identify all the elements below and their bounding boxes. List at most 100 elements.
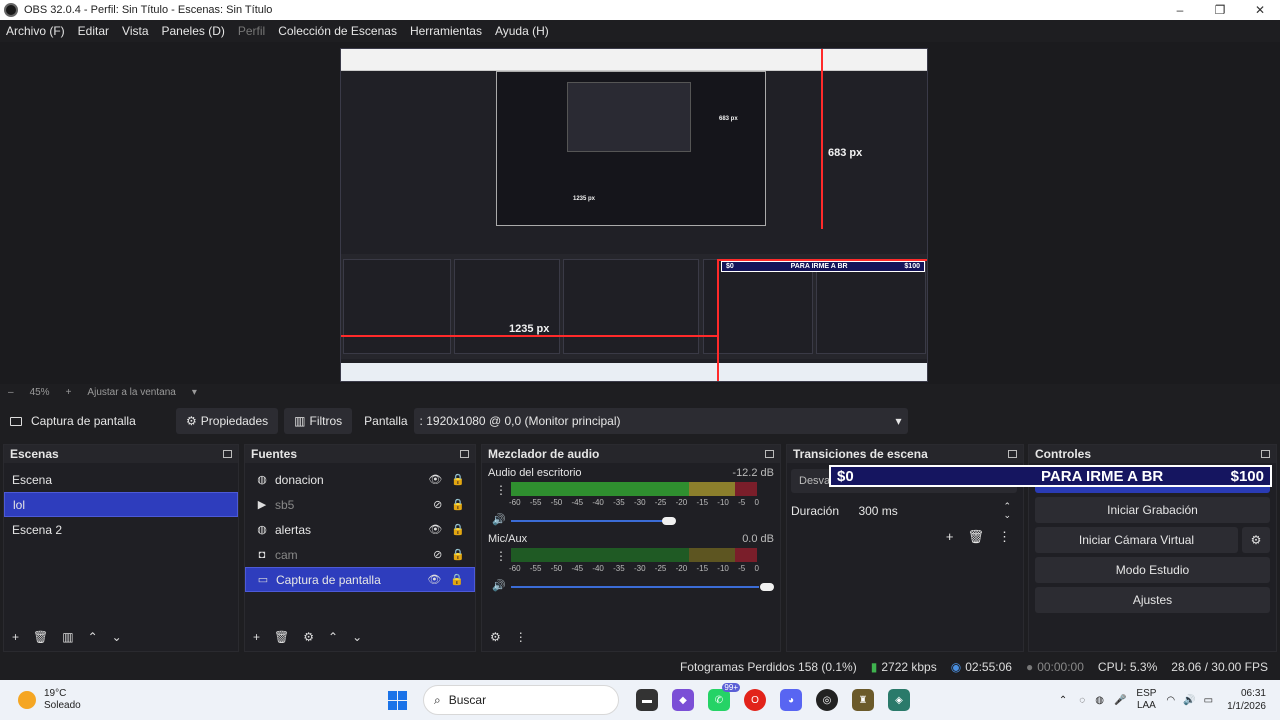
- kebab-menu-icon[interactable]: ⋮: [495, 483, 507, 497]
- volume-slider-thumb[interactable]: [662, 517, 676, 525]
- undock-icon[interactable]: [460, 450, 469, 458]
- clock[interactable]: 06:31 1/1/2026: [1227, 687, 1266, 713]
- menu-herramientas[interactable]: Herramientas: [410, 24, 482, 38]
- source-item[interactable]: ◍ alertas 👁 🔒: [245, 517, 475, 542]
- fit-window-button[interactable]: Ajustar a la ventana: [87, 387, 175, 398]
- undock-icon[interactable]: [1008, 450, 1017, 458]
- filters-button[interactable]: ▥ Filtros: [284, 408, 353, 434]
- start-recording-button[interactable]: Iniciar Grabación: [1035, 497, 1270, 523]
- speaker-icon[interactable]: 🔊: [492, 579, 506, 592]
- source-item[interactable]: ◍ donacion 👁 🔒: [245, 467, 475, 492]
- opera-icon[interactable]: O: [744, 689, 766, 711]
- volume-icon[interactable]: 🔊: [1183, 695, 1195, 706]
- add-icon[interactable]: +: [253, 630, 260, 644]
- eye-icon[interactable]: 👁: [428, 473, 442, 486]
- system-tray: ⌃ ◌ ◍ 🎤 ESP LAA ◠ 🔊 ▭ 06:31 1/1/2026: [1059, 687, 1280, 713]
- arrow-up-icon[interactable]: ⌃: [88, 630, 98, 644]
- kebab-menu-icon[interactable]: ⋮: [495, 549, 507, 563]
- banner-right-amount: $100: [1230, 467, 1264, 485]
- scale-tick: -30: [633, 498, 646, 507]
- start-virtual-camera-button[interactable]: Iniciar Cámara Virtual: [1035, 527, 1238, 553]
- volume-meter: [511, 482, 757, 496]
- taskbar-search[interactable]: ⌕ Buscar: [423, 685, 619, 715]
- volume-slider[interactable]: [511, 586, 759, 588]
- source-item[interactable]: ▭ Captura de pantalla 👁 🔒: [245, 567, 475, 592]
- scene-item[interactable]: lol: [4, 492, 238, 517]
- tray-app-icon[interactable]: ◌: [1079, 695, 1085, 706]
- minimize-button[interactable]: –: [1160, 3, 1200, 17]
- menu-perfil[interactable]: Perfil: [238, 24, 265, 38]
- bitrate: 2722 kbps: [881, 660, 937, 674]
- discord-icon[interactable]: ◕: [780, 689, 802, 711]
- properties-button[interactable]: ⚙ Propiedades: [176, 408, 279, 434]
- weather-widget[interactable]: 19°C Soleado: [0, 688, 300, 712]
- app-icon[interactable]: ◈: [888, 689, 910, 711]
- eye-icon[interactable]: 👁: [428, 523, 442, 536]
- zoom-in-button[interactable]: +: [66, 387, 72, 398]
- scene-item[interactable]: Escena 2: [4, 517, 238, 542]
- menu-editar[interactable]: Editar: [78, 24, 109, 38]
- undock-icon[interactable]: [223, 450, 232, 458]
- undock-icon[interactable]: [1261, 450, 1270, 458]
- battery-icon[interactable]: ▭: [1204, 695, 1213, 706]
- menu-ayuda[interactable]: Ayuda (H): [495, 24, 549, 38]
- obs-icon[interactable]: ◎: [816, 689, 838, 711]
- gear-icon[interactable]: ⚙: [1242, 527, 1270, 553]
- add-icon[interactable]: +: [946, 529, 954, 545]
- filter-icon: ▥: [294, 414, 306, 428]
- menu-coleccion-escenas[interactable]: Colección de Escenas: [278, 24, 397, 38]
- arrow-down-icon[interactable]: ⌄: [352, 630, 362, 644]
- eye-hidden-icon[interactable]: ⊘: [433, 548, 442, 561]
- gear-icon[interactable]: ⚙: [303, 630, 314, 644]
- game-icon[interactable]: ♜: [852, 689, 874, 711]
- source-label: alertas: [275, 522, 312, 537]
- file-explorer-icon[interactable]: ▬: [636, 689, 658, 711]
- undock-icon[interactable]: [765, 450, 774, 458]
- arrow-up-icon[interactable]: ⌃: [328, 630, 338, 644]
- scene-item[interactable]: Escena: [4, 467, 238, 492]
- filter-icon[interactable]: ▥: [62, 630, 73, 644]
- close-button[interactable]: ✕: [1240, 3, 1280, 17]
- lock-icon[interactable]: 🔒: [450, 573, 464, 586]
- arrow-down-icon[interactable]: ⌄: [112, 630, 122, 644]
- lock-icon[interactable]: 🔒: [451, 498, 465, 511]
- microphone-icon[interactable]: 🎤: [1114, 695, 1126, 706]
- lock-icon[interactable]: 🔒: [451, 523, 465, 536]
- trash-icon[interactable]: 🗑: [33, 630, 48, 644]
- settings-button[interactable]: Ajustes: [1035, 587, 1270, 613]
- studio-mode-button[interactable]: Modo Estudio: [1035, 557, 1270, 583]
- menu-paneles[interactable]: Paneles (D): [162, 24, 225, 38]
- chevron-up-icon[interactable]: ⌃: [1059, 695, 1067, 706]
- language-indicator[interactable]: ESP LAA: [1136, 688, 1156, 712]
- add-icon[interactable]: +: [12, 630, 19, 644]
- wifi-icon[interactable]: ◠: [1166, 695, 1175, 706]
- display-select[interactable]: : 1920x1080 @ 0,0 (Monitor principal) ▾: [413, 408, 908, 434]
- copilot-icon[interactable]: ◆: [672, 689, 694, 711]
- speaker-icon[interactable]: 🔊: [492, 513, 506, 526]
- maximize-button[interactable]: ❐: [1200, 3, 1240, 17]
- menu-vista[interactable]: Vista: [122, 24, 148, 38]
- kebab-menu-icon[interactable]: ⋮: [998, 529, 1011, 545]
- zoom-out-button[interactable]: –: [8, 387, 14, 398]
- source-item[interactable]: ◘ cam ⊘ 🔒: [245, 542, 475, 567]
- volume-slider[interactable]: [511, 520, 671, 522]
- whatsapp-icon[interactable]: ✆ 99+: [708, 683, 740, 711]
- source-item[interactable]: ▶ sb5 ⊘ 🔒: [245, 492, 475, 517]
- menu-archivo[interactable]: Archivo (F): [6, 24, 65, 38]
- advanced-audio-icon[interactable]: ⚙: [490, 630, 501, 644]
- eye-icon[interactable]: 👁: [427, 573, 441, 586]
- tray-app-icon[interactable]: ◍: [1095, 695, 1104, 706]
- trash-icon[interactable]: 🗑: [274, 630, 289, 644]
- windows-start-icon[interactable]: [388, 690, 407, 710]
- duration-spinbox[interactable]: 300 ms ⌃ ⌄: [850, 499, 1019, 523]
- lock-icon[interactable]: 🔒: [451, 548, 465, 561]
- lock-icon[interactable]: 🔒: [451, 473, 465, 486]
- kebab-menu-icon[interactable]: ⋮: [515, 630, 527, 644]
- trash-icon[interactable]: 🗑: [967, 529, 984, 545]
- eye-hidden-icon[interactable]: ⊘: [433, 498, 442, 511]
- preview-canvas[interactable]: 683 px 1235 px 683 px 1235 px $0 PARA IR…: [340, 48, 928, 382]
- spin-arrows-icon[interactable]: ⌃ ⌄: [1003, 502, 1011, 520]
- chevron-down-icon[interactable]: ▾: [192, 387, 197, 398]
- volume-slider-thumb[interactable]: [760, 583, 774, 591]
- mixer-channel: Audio del escritorio -12.2 dB ⋮ -60 -55 -5…: [482, 463, 780, 529]
